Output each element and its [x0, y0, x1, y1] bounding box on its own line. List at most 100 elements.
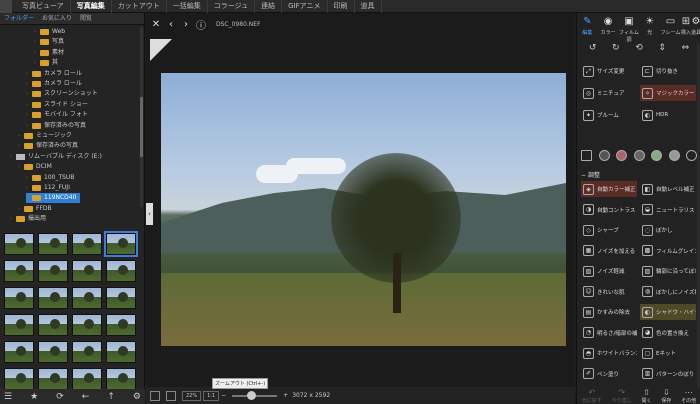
- chevron-right-icon[interactable]: ›: [180, 19, 192, 30]
- adjust-button[interactable]: ▤ かすみの除去: [581, 304, 637, 320]
- preset-swatch[interactable]: [668, 150, 680, 161]
- photo-thumbnail[interactable]: [72, 233, 102, 255]
- gear-icon[interactable]: ⚙: [133, 392, 141, 402]
- left-tab[interactable]: 閲覧: [76, 13, 96, 24]
- photo-thumbnail[interactable]: [106, 341, 136, 363]
- photo-thumbnail[interactable]: [4, 260, 34, 282]
- tool-tab[interactable]: ☀ 光: [639, 13, 660, 41]
- layers-icon[interactable]: [581, 150, 592, 161]
- photo-thumbnail[interactable]: [4, 368, 34, 389]
- menu-item[interactable]: 写真編集: [71, 0, 112, 13]
- tree-node[interactable]: › カメラ ロール: [26, 79, 82, 89]
- tree-node[interactable]: › 保存済みの写真: [26, 121, 86, 131]
- tool-tab[interactable]: ◉ カラー: [598, 13, 619, 41]
- adjust-button[interactable]: ◔明るさ/暗部の補正: [581, 325, 637, 341]
- feature-button[interactable]: ✧ マジックカラー: [640, 85, 696, 101]
- section-header-adjust[interactable]: − 調整: [581, 170, 600, 179]
- feature-button[interactable]: ✦ ブルーム: [581, 107, 637, 123]
- photo-thumbnail[interactable]: [4, 314, 34, 336]
- photo-thumbnail[interactable]: [38, 233, 68, 255]
- up-arrow-icon[interactable]: ↑: [107, 392, 115, 402]
- tree-node[interactable]: › 保存済みの写真: [18, 141, 78, 151]
- adjust-button[interactable]: ▧ ノイズ軽減: [581, 263, 637, 279]
- menu-item[interactable]: 連結: [255, 0, 283, 13]
- adjust-button[interactable]: ▢ Eネット: [640, 345, 696, 361]
- tree-node[interactable]: › 100_TSUB: [26, 173, 74, 183]
- photo-thumbnail[interactable]: [72, 341, 102, 363]
- bottom-action-button[interactable]: ↶ 元に戻す: [582, 388, 602, 404]
- adjust-button[interactable]: ◕ 色の置き換え: [640, 325, 696, 341]
- tool-tab[interactable]: ✎ 編集: [577, 13, 598, 41]
- actual-size-button[interactable]: 1:1: [203, 390, 220, 401]
- rotate-left-icon[interactable]: ↺: [589, 43, 597, 57]
- adjust-button[interactable]: ◓ ホワイトバランス: [581, 345, 637, 361]
- tool-tab[interactable]: ⊞ 挿入: [681, 13, 691, 41]
- tool-tab[interactable]: ▣ フィルム調: [619, 13, 640, 43]
- tree-node[interactable]: › 112_FUJI: [26, 183, 70, 193]
- rotate-right-icon[interactable]: ↻: [612, 43, 620, 57]
- tree-node[interactable]: › カメラ ロール: [26, 69, 82, 79]
- tree-node[interactable]: › 其: [34, 58, 58, 68]
- bottom-action-button[interactable]: ⋯ その他: [681, 388, 696, 404]
- refresh-icon[interactable]: ⟳: [56, 392, 64, 402]
- photo-thumbnail[interactable]: [72, 287, 102, 309]
- photo-thumbnail[interactable]: [38, 368, 68, 389]
- tree-node[interactable]: › ミュージック: [18, 131, 72, 141]
- adjust-button[interactable]: ◑ 自動コントラスト: [581, 202, 637, 218]
- feature-button[interactable]: ⊏ 切り抜き: [640, 63, 696, 79]
- left-tab[interactable]: フォルダー: [0, 13, 38, 24]
- photo-thumbnail[interactable]: [106, 368, 136, 389]
- menu-item[interactable]: 印刷: [328, 0, 355, 13]
- back-arrow-icon[interactable]: ←: [82, 392, 90, 402]
- bottom-action-button[interactable]: ⇧ 開く: [641, 388, 651, 404]
- tool-tab[interactable]: ▭ フレーム: [660, 13, 681, 41]
- tree-node[interactable]: › スクリーンショット: [26, 89, 98, 99]
- feature-button[interactable]: ◐ HDR: [640, 107, 696, 123]
- compare-icon[interactable]: [166, 390, 176, 401]
- preset-swatch[interactable]: [598, 150, 610, 161]
- adjust-button[interactable]: ◈ 自動カラー補正: [581, 181, 637, 197]
- photo-thumbnail[interactable]: [72, 260, 102, 282]
- adjust-button[interactable]: ▦ ノイズを加える: [581, 243, 637, 259]
- zoom-slider-knob[interactable]: [247, 390, 257, 400]
- flip-vertical-icon[interactable]: ⇕: [658, 43, 666, 57]
- feature-button[interactable]: ◎ ミニチュア: [581, 85, 637, 101]
- photo-thumbnail[interactable]: [106, 314, 136, 336]
- tree-node[interactable]: › DCIM: [18, 162, 52, 172]
- tool-tab[interactable]: ⚙ 道具: [691, 13, 700, 41]
- zoom-slider[interactable]: [232, 390, 278, 400]
- photo-thumbnail[interactable]: [72, 314, 102, 336]
- adjust-button[interactable]: ◍ ぼかしにノイズ抑: [640, 284, 696, 300]
- droplet-icon[interactable]: [686, 150, 697, 161]
- menu-item[interactable]: 道具: [355, 0, 382, 13]
- adjust-button[interactable]: ◌ ぼかし: [640, 222, 696, 238]
- tree-node[interactable]: › 119NCD40: [26, 193, 81, 204]
- photo-thumbnail[interactable]: [4, 341, 34, 363]
- left-tab[interactable]: お気に入り: [38, 13, 76, 24]
- tree-node[interactable]: › FFDB: [18, 204, 52, 214]
- photo-thumbnail[interactable]: [38, 287, 68, 309]
- star-icon[interactable]: ★: [30, 392, 38, 402]
- preset-swatch[interactable]: [616, 150, 627, 161]
- feature-button[interactable]: ⤢ サイズ変更: [581, 63, 637, 79]
- photo-thumbnail[interactable]: [106, 260, 136, 282]
- menu-item[interactable]: GIFアニメ: [282, 0, 328, 13]
- adjust-button[interactable]: ✐ ペン塗り: [581, 366, 637, 382]
- photo-thumbnail[interactable]: [106, 287, 136, 309]
- photo-preview[interactable]: [161, 73, 566, 346]
- adjust-button[interactable]: ▨輪郭に沿ってぼかし: [640, 263, 696, 279]
- tree-node[interactable]: › 写真: [34, 37, 64, 47]
- adjust-button[interactable]: ◧ 自動レベル補正: [640, 181, 696, 197]
- tree-node[interactable]: › モバイル フォト: [26, 110, 88, 120]
- zoom-in-icon[interactable]: +: [283, 392, 288, 399]
- tree-node[interactable]: › 素材: [34, 48, 64, 58]
- flip-horizontal-icon[interactable]: ⇔: [682, 43, 690, 57]
- adjust-button[interactable]: ◇ シャープ: [581, 222, 637, 238]
- tree-node[interactable]: › Web: [34, 27, 65, 37]
- menu-item[interactable]: 一括編集: [167, 0, 208, 13]
- menu-item[interactable]: コラージュ: [208, 0, 256, 13]
- adjust-button[interactable]: ◒ ニュートラリス: [640, 202, 696, 218]
- tree-scrollbar[interactable]: [140, 27, 143, 207]
- collapse-panel-button[interactable]: ‹: [146, 203, 153, 225]
- info-icon[interactable]: ⓘ: [195, 17, 207, 32]
